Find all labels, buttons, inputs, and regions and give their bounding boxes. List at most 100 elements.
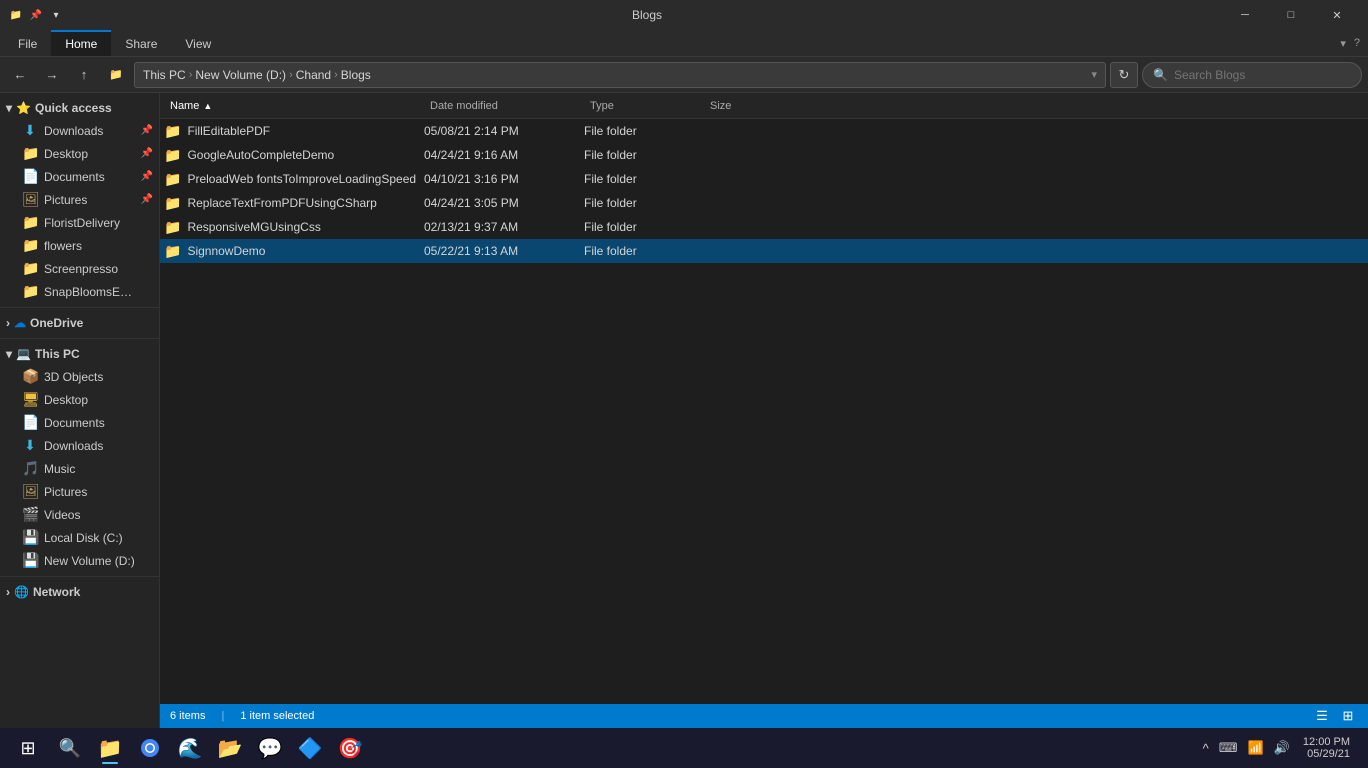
sidebar-section-onedrive[interactable]: › ☁ OneDrive xyxy=(0,312,159,334)
sidebar-item-desktop[interactable]: 📁 Desktop 📌 xyxy=(0,142,159,165)
taskbar-app-edge[interactable]: 🌊 xyxy=(172,730,208,766)
sidebar-item-snapblooms[interactable]: 📁 SnapBloomsEcomm xyxy=(0,280,159,303)
taskbar-app-chrome[interactable] xyxy=(132,730,168,766)
breadcrumb-chand[interactable]: Chand xyxy=(296,68,331,82)
table-row[interactable]: 📁 PreloadWeb fontsToImproveLoadingSpeed … xyxy=(160,167,1368,191)
sidebar-item-documents2[interactable]: 📄 Documents xyxy=(0,411,159,434)
taskbar-app-files[interactable]: 📂 xyxy=(212,730,248,766)
minimize-button[interactable]: ─ xyxy=(1222,0,1268,30)
col-header-name[interactable]: Name ▲ xyxy=(164,93,424,118)
file-name-cell: 📁 ResponsiveMGUsingCss xyxy=(164,219,424,236)
sidebar-divider-3 xyxy=(0,576,159,577)
taskbar-app-vscode[interactable]: 🔷 xyxy=(292,730,328,766)
file-date-cell: 02/13/21 9:37 AM xyxy=(424,220,584,234)
taskbar: ⊞ 🔍 📁 🌊 📂 💬 🔷 🎯 ^ ⌨ 📶 🔊 12:00 PM 05/29/2… xyxy=(0,728,1368,768)
tab-share[interactable]: Share xyxy=(111,30,171,56)
file-date-cell: 04/24/21 3:05 PM xyxy=(424,196,584,210)
sidebar-item-flowers[interactable]: 📁 flowers xyxy=(0,234,159,257)
tray-network-icon[interactable]: 📶 xyxy=(1245,740,1267,756)
col-header-date[interactable]: Date modified xyxy=(424,93,584,118)
sidebar-item-pictures2[interactable]: 🖼 Pictures xyxy=(0,480,159,503)
file-name-cell: 📁 ReplaceTextFromPDFUsingCSharp xyxy=(164,195,424,212)
list-view-button[interactable]: ☰ xyxy=(1312,706,1332,726)
documents2-icon: 📄 xyxy=(22,414,38,431)
up-button[interactable]: ↑ xyxy=(70,61,98,89)
sidebar-item-documents2-label: Documents xyxy=(44,416,105,430)
sidebar-section-quick-access[interactable]: ▾ ⭐ Quick access xyxy=(0,97,159,119)
taskbar-tray: ^ ⌨ 📶 🔊 12:00 PM 05/29/21 xyxy=(1200,736,1360,760)
taskbar-app-explorer[interactable]: 📁 xyxy=(92,730,128,766)
taskbar-app-extra[interactable]: 🎯 xyxy=(332,730,368,766)
search-box[interactable]: 🔍 xyxy=(1142,62,1362,88)
sidebar-item-music[interactable]: 🎵 Music xyxy=(0,457,159,480)
file-date-cell: 04/10/21 3:16 PM xyxy=(424,172,584,186)
pin-downloads-icon: 📌 xyxy=(141,125,153,136)
sidebar-item-downloads-label: Downloads xyxy=(44,124,103,138)
tab-home[interactable]: Home xyxy=(51,30,111,56)
taskbar-clock[interactable]: 12:00 PM 05/29/21 xyxy=(1297,736,1356,760)
breadcrumb-newvolume[interactable]: New Volume (D:) xyxy=(195,68,286,82)
sidebar-item-screenpresso[interactable]: 📁 Screenpresso xyxy=(0,257,159,280)
forward-button[interactable]: → xyxy=(38,61,66,89)
sidebar-item-downloads2[interactable]: ⬇ Downloads xyxy=(0,434,159,457)
pin-icon[interactable]: 📌 xyxy=(28,7,44,23)
network-label: Network xyxy=(33,585,80,599)
sidebar-item-music-label: Music xyxy=(44,462,75,476)
tab-view[interactable]: View xyxy=(171,30,225,56)
file-list-header: Name ▲ Date modified Type Size xyxy=(160,93,1368,119)
3dobjects-icon: 📦 xyxy=(22,368,38,385)
address-expand-icon[interactable]: ▾ xyxy=(1091,68,1097,81)
network-icon: 🌐 xyxy=(14,585,29,599)
sidebar-item-localdisk-label: Local Disk (C:) xyxy=(44,531,123,545)
refresh-button[interactable]: ↻ xyxy=(1110,62,1138,88)
sidebar-item-documents[interactable]: 📄 Documents 📌 xyxy=(0,165,159,188)
col-header-type[interactable]: Type xyxy=(584,93,704,118)
sidebar-section-network[interactable]: › 🌐 Network xyxy=(0,581,159,603)
sidebar-item-3dobjects[interactable]: 📦 3D Objects xyxy=(0,365,159,388)
table-row[interactable]: 📁 ResponsiveMGUsingCss 02/13/21 9:37 AM … xyxy=(160,215,1368,239)
sidebar-item-newvolume[interactable]: 💾 New Volume (D:) xyxy=(0,549,159,572)
ribbon-help-icon[interactable]: ? xyxy=(1354,37,1360,49)
file-date-cell: 05/08/21 2:14 PM xyxy=(424,124,584,138)
tray-volume-icon[interactable]: 🔊 xyxy=(1271,740,1293,756)
selected-count: 1 item selected xyxy=(240,710,314,722)
floristdelivery-icon: 📁 xyxy=(22,214,38,231)
taskbar-app-skype[interactable]: 💬 xyxy=(252,730,288,766)
table-row[interactable]: 📁 SignnowDemo 05/22/21 9:13 AM File fold… xyxy=(160,239,1368,263)
folder-icon: 📁 xyxy=(164,171,181,188)
sidebar-item-downloads[interactable]: ⬇ Downloads 📌 xyxy=(0,119,159,142)
sidebar-item-desktop2[interactable]: 🖥 Desktop xyxy=(0,388,159,411)
breadcrumb-thispc[interactable]: This PC xyxy=(143,68,186,82)
sidebar-item-desktop2-label: Desktop xyxy=(44,393,88,407)
sidebar-item-videos[interactable]: 🎬 Videos xyxy=(0,503,159,526)
title-bar-controls: ─ □ ✕ xyxy=(1222,0,1360,30)
down-arrow-icon[interactable]: ▾ xyxy=(48,7,64,23)
folder-icon: 📁 xyxy=(164,195,181,212)
table-row[interactable]: 📁 ReplaceTextFromPDFUsingCSharp 04/24/21… xyxy=(160,191,1368,215)
desktop-icon: 📁 xyxy=(22,145,38,162)
address-box[interactable]: This PC › New Volume (D:) › Chand › Blog… xyxy=(134,62,1106,88)
thispc-label: This PC xyxy=(35,347,80,361)
search-input[interactable] xyxy=(1174,68,1351,82)
sidebar-item-pictures[interactable]: 🖼 Pictures 📌 xyxy=(0,188,159,211)
tray-keyboard-icon[interactable]: ⌨ xyxy=(1216,740,1241,756)
sidebar-item-floristdelivery[interactable]: 📁 FloristDelivery xyxy=(0,211,159,234)
breadcrumb-blogs[interactable]: Blogs xyxy=(341,68,371,82)
ribbon-expand-icon[interactable]: ▾ xyxy=(1340,37,1346,50)
search-button[interactable]: 🔍 xyxy=(52,732,88,764)
tab-file[interactable]: File xyxy=(4,30,51,56)
address-bar-area: ← → ↑ 📁 This PC › New Volume (D:) › Chan… xyxy=(0,57,1368,93)
col-header-size[interactable]: Size xyxy=(704,93,804,118)
sidebar-item-screenpresso-label: Screenpresso xyxy=(44,262,118,276)
maximize-button[interactable]: □ xyxy=(1268,0,1314,30)
tray-expand-icon[interactable]: ^ xyxy=(1200,741,1212,756)
close-button[interactable]: ✕ xyxy=(1314,0,1360,30)
sidebar-section-thispc[interactable]: ▾ 💻 This PC xyxy=(0,343,159,365)
table-row[interactable]: 📁 GoogleAutoCompleteDemo 04/24/21 9:16 A… xyxy=(160,143,1368,167)
start-button[interactable]: ⊞ xyxy=(8,732,48,764)
grid-view-button[interactable]: ⊞ xyxy=(1338,706,1358,726)
onedrive-icon: ☁ xyxy=(14,316,26,330)
table-row[interactable]: 📁 FillEditablePDF 05/08/21 2:14 PM File … xyxy=(160,119,1368,143)
back-button[interactable]: ← xyxy=(6,61,34,89)
sidebar-item-localdisk[interactable]: 💾 Local Disk (C:) xyxy=(0,526,159,549)
